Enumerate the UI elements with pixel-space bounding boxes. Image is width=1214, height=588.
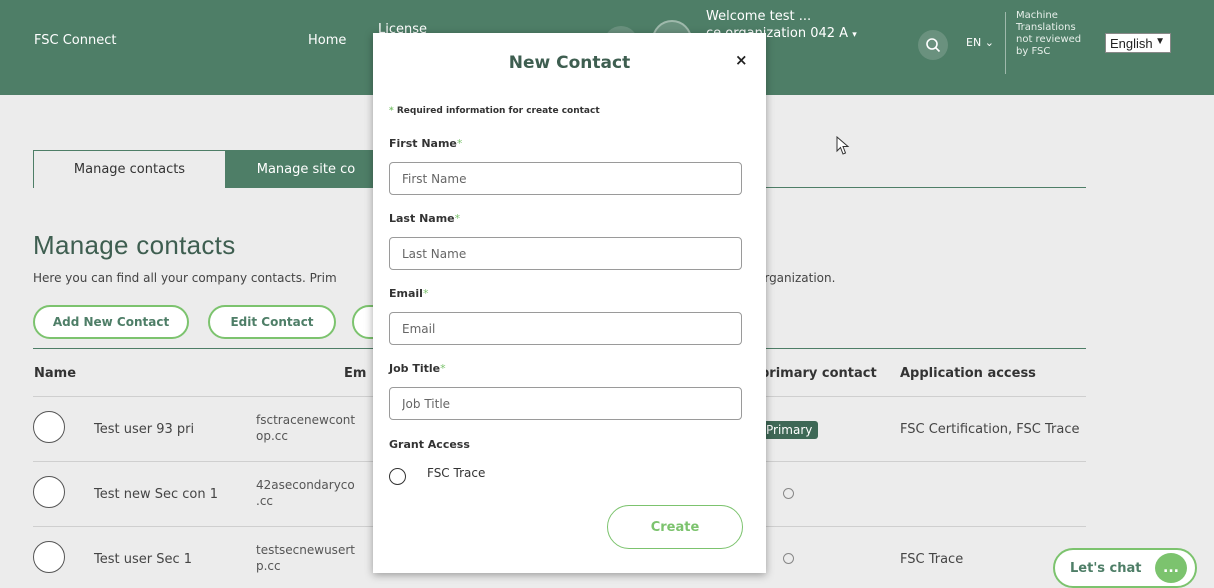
column-header-name: Name (34, 366, 77, 381)
primary-badge: Primary (760, 421, 819, 439)
row-select-radio[interactable] (33, 476, 65, 508)
column-header-primary: primary contact (760, 366, 877, 381)
mouse-cursor-icon (836, 136, 850, 155)
grant-access-label: Grant Access (389, 438, 470, 451)
email-label: Email* (389, 287, 429, 300)
close-icon[interactable]: × (735, 51, 748, 69)
add-new-contact-button[interactable]: Add New Contact (33, 305, 189, 339)
tab-manage-site-contacts[interactable]: Manage site co (226, 150, 386, 188)
page-title: Manage contacts (33, 230, 236, 260)
job-title-input[interactable] (389, 387, 742, 420)
org-dropdown-icon: ▾ (852, 30, 857, 40)
contact-email: testsecnewusert p.cc (256, 543, 355, 573)
brand-logo-text[interactable]: FSC Connect (34, 33, 116, 48)
application-access: FSC Certification, FSC Trace (900, 422, 1080, 437)
primary-toggle-radio[interactable] (783, 553, 794, 564)
fsc-trace-radio[interactable] (389, 468, 406, 485)
welcome-text: Welcome test ... (706, 9, 812, 24)
machine-translation-note: Machine Translations not reviewed by FSC (1016, 10, 1082, 57)
first-name-input[interactable] (389, 162, 742, 195)
first-name-label: First Name* (389, 137, 463, 150)
last-name-input[interactable] (389, 237, 742, 270)
contact-name: Test user Sec 1 (94, 552, 193, 567)
page-description: Here you can find all your company conta… (33, 271, 337, 285)
application-access: FSC Trace (900, 552, 964, 567)
modal-title: New Contact (508, 53, 631, 73)
tab-manage-contacts[interactable]: Manage contacts (33, 150, 226, 188)
column-header-access: Application access (900, 366, 1036, 381)
contact-name: Test user 93 pri (94, 422, 195, 437)
email-input[interactable] (389, 312, 742, 345)
search-button[interactable] (918, 30, 948, 60)
chat-label: Let's chat (1070, 561, 1142, 576)
header-divider (1005, 12, 1006, 74)
language-code-dropdown[interactable]: EN ⌄ (966, 36, 994, 49)
job-title-label: Job Title* (389, 362, 446, 375)
required-info-note: * Required information for create contac… (389, 106, 600, 116)
new-contact-modal: New Contact × * Required information for… (373, 33, 766, 573)
select-chevron-icon: ▼ (1155, 36, 1165, 47)
page-description-end: organization. (757, 271, 836, 285)
language-select[interactable]: English ▼ (1105, 33, 1171, 53)
chat-bubble-icon: ... (1155, 553, 1187, 583)
contact-email: 42asecondaryco .cc (256, 478, 355, 508)
chevron-down-icon: ⌄ (984, 36, 994, 49)
row-select-radio[interactable] (33, 541, 65, 573)
contact-email: fsctracenewcont op.cc (256, 413, 356, 443)
create-button[interactable]: Create (607, 505, 743, 549)
lets-chat-button[interactable]: Let's chat ... (1053, 548, 1197, 588)
column-header-email: Em (344, 366, 367, 381)
search-icon (926, 38, 941, 53)
contact-name: Test new Sec con 1 (94, 487, 219, 502)
nav-home-link[interactable]: Home (308, 33, 346, 48)
primary-toggle-radio[interactable] (783, 488, 794, 499)
fsc-trace-option-label[interactable]: FSC Trace (427, 466, 485, 480)
edit-contact-button[interactable]: Edit Contact (208, 305, 336, 339)
last-name-label: Last Name* (389, 212, 461, 225)
row-select-radio[interactable] (33, 411, 65, 443)
